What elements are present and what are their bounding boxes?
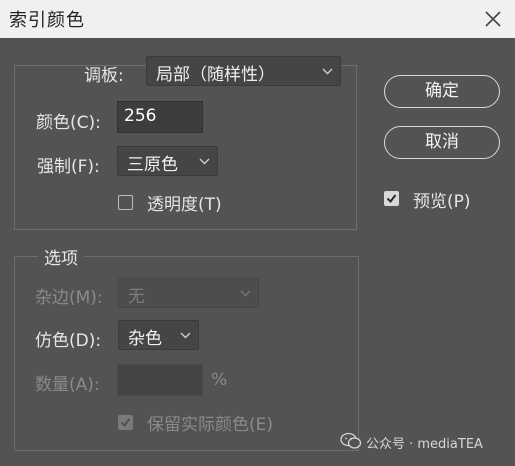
preview-checkbox[interactable] — [384, 191, 399, 206]
colors-input[interactable]: 256 — [117, 101, 203, 133]
matte-value: 无 — [128, 287, 145, 307]
matte-label: 杂边(M): — [35, 288, 103, 308]
dither-label: 仿色(D): — [35, 331, 102, 351]
dither-value: 杂色 — [128, 329, 162, 349]
forced-label: 强制(F): — [37, 157, 100, 177]
dialog-body: 调板: 局部（随样性） 颜色(C): 256 强制(F): 三原色 透明度(T)… — [0, 38, 515, 466]
window-title: 索引颜色 — [9, 10, 85, 31]
title-bar: 索引颜色 — [0, 0, 515, 38]
check-icon — [386, 194, 397, 204]
transparency-checkbox[interactable] — [118, 195, 133, 210]
cancel-button[interactable]: 取消 — [384, 126, 500, 159]
colors-value: 256 — [124, 106, 157, 126]
palette-value: 局部（随样性） — [156, 65, 275, 85]
amount-unit: % — [211, 370, 228, 390]
transparency-label[interactable]: 透明度(T) — [147, 190, 222, 215]
preserve-colors-label[interactable]: 保留实际颜色(E) — [147, 410, 273, 435]
amount-label: 数量(A): — [35, 375, 100, 395]
chevron-down-icon — [322, 68, 333, 75]
forced-dropdown[interactable]: 三原色 — [117, 146, 218, 176]
preserve-colors-checkbox[interactable] — [118, 415, 133, 430]
matte-dropdown[interactable]: 无 — [118, 278, 259, 308]
palette-dropdown[interactable]: 局部（随样性） — [146, 56, 341, 86]
palette-label: 调板: — [84, 66, 124, 86]
amount-input[interactable] — [117, 364, 203, 396]
wechat-icon — [340, 432, 362, 449]
watermark-text: 公众号 · mediaTEA — [366, 437, 483, 452]
ok-button[interactable]: 确定 — [384, 75, 500, 108]
close-button[interactable] — [479, 5, 507, 33]
forced-value: 三原色 — [127, 155, 178, 175]
check-icon — [120, 418, 131, 428]
chevron-down-icon — [199, 158, 210, 165]
options-group-title: 选项 — [38, 244, 84, 269]
chevron-down-icon — [180, 332, 191, 339]
close-icon — [485, 11, 501, 27]
dither-dropdown[interactable]: 杂色 — [118, 320, 199, 350]
chevron-down-icon — [240, 290, 251, 297]
preview-label[interactable]: 预览(P) — [413, 187, 471, 212]
colors-label: 颜色(C): — [36, 113, 101, 133]
